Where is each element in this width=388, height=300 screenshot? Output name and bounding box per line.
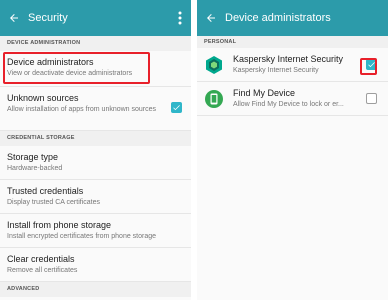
- clear-credentials-item[interactable]: Clear credentials Remove all certificate…: [0, 248, 191, 282]
- item-title: Install from phone storage: [7, 220, 112, 230]
- item-title: Unknown sources: [7, 93, 79, 103]
- page-title: Device administrators: [225, 12, 331, 24]
- install-from-phone-storage-item[interactable]: Install from phone storage Install encry…: [0, 214, 191, 248]
- section-personal: PERSONAL: [197, 36, 388, 48]
- admin-item-find-my-device[interactable]: Find My Device Allow Find My Device to l…: [197, 82, 388, 116]
- back-arrow-icon: [207, 14, 215, 22]
- find-my-device-icon: [205, 90, 223, 108]
- kaspersky-admin-checkbox[interactable]: [366, 59, 377, 70]
- admin-item-kaspersky[interactable]: Kaspersky Internet Security Kaspersky In…: [197, 48, 388, 82]
- section-device-administration: DEVICE ADMINISTRATION: [0, 36, 191, 51]
- item-title: Clear credentials: [7, 254, 75, 264]
- item-subtitle: Remove all certificates: [7, 267, 78, 274]
- section-advanced: ADVANCED: [0, 282, 191, 297]
- security-screen: Security DEVICE ADMINISTRATION Device ad…: [0, 0, 191, 300]
- unknown-sources-checkbox[interactable]: [171, 102, 182, 113]
- item-title: Device administrators: [7, 57, 94, 67]
- page-title: Security: [28, 12, 68, 24]
- overflow-menu-button[interactable]: [175, 8, 185, 28]
- back-button[interactable]: [197, 0, 225, 36]
- item-subtitle: Hardware-backed: [7, 165, 63, 172]
- checkmark-icon: [173, 105, 180, 111]
- item-title: Kaspersky Internet Security: [233, 54, 344, 64]
- section-credential-storage: CREDENTIAL STORAGE: [0, 131, 191, 146]
- kaspersky-shield-icon: [206, 56, 222, 74]
- storage-type-item[interactable]: Storage type Hardware-backed: [0, 146, 191, 180]
- app-bar: Device administrators: [197, 0, 388, 36]
- item-subtitle: Allow Find My Device to lock or er...: [233, 101, 344, 108]
- item-subtitle: Kaspersky Internet Security: [233, 67, 319, 74]
- item-subtitle: Display trusted CA certificates: [7, 199, 100, 206]
- back-arrow-icon: [10, 14, 18, 22]
- item-subtitle: Install encrypted certificates from phon…: [7, 233, 157, 240]
- unknown-sources-item[interactable]: Unknown sources Allow installation of ap…: [0, 87, 191, 131]
- item-subtitle: View or deactivate device administrators: [7, 70, 133, 77]
- find-my-device-admin-checkbox[interactable]: [366, 93, 377, 104]
- more-vert-icon: [178, 11, 182, 25]
- item-title: Find My Device: [233, 88, 296, 98]
- item-subtitle: Allow installation of apps from unknown …: [7, 106, 157, 113]
- app-bar: Security: [0, 0, 191, 36]
- checkmark-icon: [368, 62, 375, 68]
- item-title: Storage type: [7, 152, 59, 162]
- trusted-credentials-item[interactable]: Trusted credentials Display trusted CA c…: [0, 180, 191, 214]
- back-button[interactable]: [0, 0, 28, 36]
- device-administrators-screen: Device administrators PERSONAL Kaspersky…: [197, 0, 388, 300]
- device-administrators-item[interactable]: Device administrators View or deactivate…: [0, 51, 191, 87]
- item-title: Trusted credentials: [7, 186, 84, 196]
